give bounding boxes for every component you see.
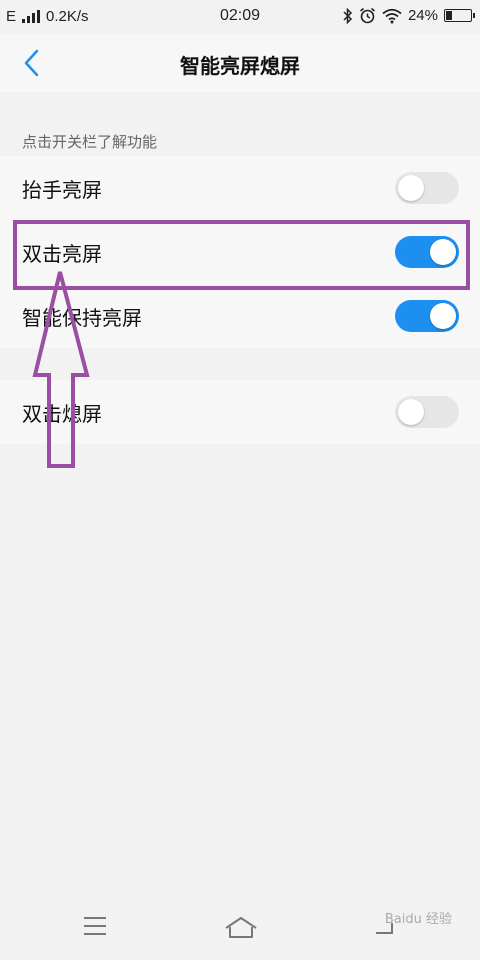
battery-percent: 24%	[407, 7, 438, 24]
toggle-knob	[430, 303, 456, 329]
toggle-knob	[398, 175, 424, 201]
smart-stay-awake-toggle[interactable]	[395, 300, 459, 332]
bluetooth-icon	[343, 7, 353, 24]
page-title: 智能亮屏熄屏	[180, 54, 300, 78]
nav-bar	[0, 895, 480, 960]
menu-icon[interactable]	[83, 915, 107, 937]
setting-row-raise-to-wake[interactable]: 抬手亮屏	[0, 156, 480, 220]
raise-to-wake-toggle[interactable]	[395, 172, 459, 204]
status-bar: E 0.2K/s 02:09 24%	[0, 0, 480, 34]
battery-icon	[444, 9, 475, 22]
double-tap-sleep-toggle[interactable]	[395, 396, 459, 428]
up-arrow-annotation	[32, 271, 90, 468]
battery-fill	[446, 11, 452, 20]
header: 智能亮屏熄屏	[0, 34, 480, 92]
status-right: 24%	[343, 7, 475, 24]
setting-label: 抬手亮屏	[22, 178, 102, 202]
wifi-icon	[382, 8, 402, 23]
section-hint: 点击开关栏了解功能	[22, 133, 158, 151]
baidu-watermark: Baidu 经验	[384, 912, 452, 927]
home-icon[interactable]	[224, 915, 258, 939]
alarm-icon	[359, 7, 375, 24]
toggle-knob	[398, 399, 424, 425]
